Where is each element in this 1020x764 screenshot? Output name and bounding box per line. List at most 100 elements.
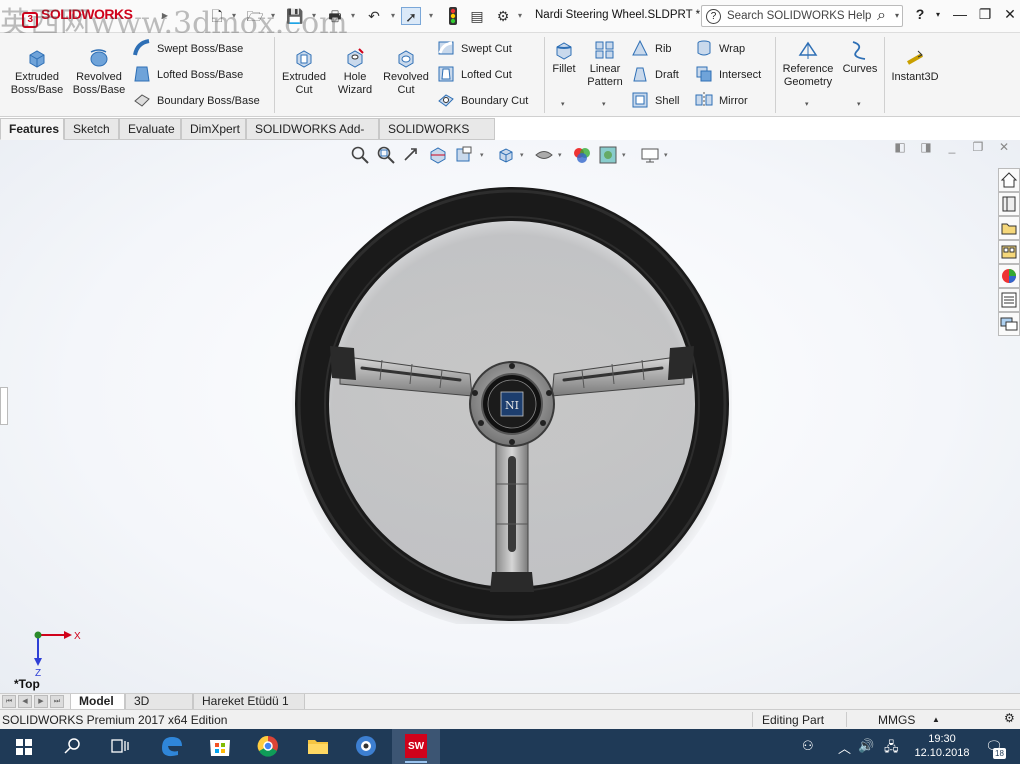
tab-dimxpert[interactable]: DimXpert — [181, 118, 246, 140]
fillet-button[interactable]: Fillet — [547, 39, 581, 76]
linear-pattern-dropdown-icon[interactable]: ▾ — [602, 100, 606, 108]
revolved-cut-button[interactable]: Revolved Cut — [380, 47, 432, 97]
viewport-minimize-icon[interactable]: _ — [944, 140, 960, 154]
edge-browser-icon[interactable] — [148, 729, 196, 764]
close-icon[interactable]: ✕ — [1000, 6, 1020, 23]
help-dropdown-icon[interactable]: ▾ — [928, 10, 948, 19]
mirror-button[interactable]: Mirror — [695, 91, 748, 111]
boundary-cut-button[interactable]: Boundary Cut — [437, 91, 528, 111]
reference-geometry-dropdown-icon[interactable]: ▾ — [805, 100, 809, 108]
hole-wizard-button[interactable]: Hole Wizard — [332, 47, 378, 97]
scene-dropdown-icon[interactable]: ▾ — [622, 151, 626, 159]
file-explorer-icon[interactable] — [998, 216, 1020, 240]
viewport-close-icon[interactable]: ✕ — [996, 140, 1012, 154]
unit-system-selector[interactable]: MMGS — [878, 713, 915, 727]
steering-wheel-model[interactable]: NI — [292, 184, 732, 624]
network-icon[interactable]: 🖧 — [884, 738, 899, 760]
system-clock[interactable]: 19:30 12.10.2018 — [912, 732, 972, 760]
view-palette-icon[interactable] — [998, 240, 1020, 264]
rib-button[interactable]: Rib — [631, 39, 672, 59]
appearances-icon[interactable] — [998, 264, 1020, 288]
curves-dropdown-icon[interactable]: ▾ — [857, 100, 861, 108]
previous-view-icon[interactable] — [402, 145, 422, 165]
save-icon[interactable]: 💾 — [285, 7, 305, 25]
next-view-icon[interactable]: ◨ — [918, 140, 934, 154]
options-gear-icon[interactable]: ⚙ — [493, 7, 513, 25]
people-icon[interactable]: ⚇ — [802, 738, 814, 754]
tab-solidworks-add-ins[interactable]: SOLIDWORKS Add-Ins — [246, 118, 379, 157]
linear-pattern-button[interactable]: Linear Pattern — [584, 39, 626, 89]
tab-evaluate[interactable]: Evaluate — [119, 118, 181, 140]
reference-geometry-button[interactable]: Reference Geometry — [779, 39, 837, 89]
custom-properties-icon[interactable] — [998, 288, 1020, 312]
solidworks-resources-icon[interactable] — [998, 168, 1020, 192]
new-document-icon[interactable]: 🗋 — [207, 7, 227, 25]
task-view-icon[interactable] — [96, 729, 144, 764]
tab-model[interactable]: Model — [70, 694, 125, 710]
show-hidden-icons-icon[interactable]: ︿ — [838, 738, 851, 757]
extruded-cut-button[interactable]: Extruded Cut — [278, 47, 330, 97]
undo-dropdown-icon[interactable]: ▾ — [388, 7, 398, 25]
swept-cut-button[interactable]: Swept Cut — [437, 39, 512, 59]
menu-expand-icon[interactable]: ▶ — [160, 7, 170, 25]
print-icon[interactable]: 🖶 — [325, 7, 345, 25]
previous-view-icon[interactable]: ◧ — [892, 140, 908, 154]
boundary-boss-button[interactable]: Boundary Boss/Base — [133, 91, 260, 111]
lofted-cut-button[interactable]: Lofted Cut — [437, 65, 512, 85]
first-tab-icon[interactable]: ⏮ — [2, 695, 16, 708]
customize-status-icon[interactable]: ⚙ — [1004, 711, 1015, 725]
unit-system-dropdown-icon[interactable]: ▲ — [932, 715, 940, 724]
select-cursor-icon[interactable]: ➚ — [401, 7, 421, 25]
dynamic-annotation-icon[interactable] — [454, 145, 474, 165]
search-help-input[interactable]: ? Search SOLIDWORKS Help ⌕ ▾ — [701, 5, 903, 27]
view-settings-dropdown-icon[interactable]: ▾ — [664, 151, 668, 159]
feature-manager-toggle-handle[interactable] — [0, 387, 8, 425]
edit-appearance-icon[interactable] — [572, 145, 592, 165]
view-orientation-icon[interactable] — [496, 145, 516, 165]
search-icon[interactable] — [48, 729, 96, 764]
forum-icon[interactable] — [998, 312, 1020, 336]
app-launcher-icon[interactable] — [342, 729, 390, 764]
design-library-icon[interactable] — [998, 192, 1020, 216]
wrap-button[interactable]: Wrap — [695, 39, 745, 59]
extruded-boss-button[interactable]: Extruded Boss/Base — [8, 47, 66, 97]
restore-icon[interactable]: ❐ — [975, 6, 995, 23]
undo-icon[interactable]: ↶ — [364, 7, 384, 25]
display-style-icon[interactable] — [534, 145, 554, 165]
fillet-dropdown-icon[interactable]: ▾ — [561, 100, 565, 108]
curves-button[interactable]: Curves — [840, 39, 880, 76]
tab-features[interactable]: Features — [0, 118, 64, 140]
lofted-boss-button[interactable]: Lofted Boss/Base — [133, 65, 243, 85]
annotation-dropdown-icon[interactable]: ▾ — [480, 151, 484, 159]
swept-boss-button[interactable]: Swept Boss/Base — [133, 39, 243, 59]
tab-motion-study[interactable]: Hareket Etüdü 1 — [193, 694, 305, 710]
open-document-icon[interactable]: 🗁 — [245, 7, 265, 25]
display-style-dropdown-icon[interactable]: ▾ — [558, 151, 562, 159]
solidworks-logo[interactable]: 3 SOLIDWORKS — [22, 6, 133, 28]
zoom-to-area-icon[interactable] — [376, 145, 396, 165]
save-dropdown-icon[interactable]: ▾ — [309, 7, 319, 25]
section-view-icon[interactable] — [428, 145, 448, 165]
tab-solidworks-mbd[interactable]: SOLIDWORKS MBD — [379, 118, 495, 157]
windows-start-icon[interactable] — [0, 729, 48, 764]
minimize-icon[interactable]: — — [950, 6, 970, 22]
draft-button[interactable]: Draft — [631, 65, 679, 85]
shell-button[interactable]: Shell — [631, 91, 679, 111]
instant3d-button[interactable]: Instant3D — [887, 47, 943, 84]
chrome-browser-icon[interactable] — [244, 729, 292, 764]
print-dropdown-icon[interactable]: ▾ — [348, 7, 358, 25]
select-dropdown-icon[interactable]: ▾ — [426, 7, 436, 25]
graphics-area[interactable]: ◧ ◨ _ ❐ ✕ ▾ ▾ ▾ ▾ ▾ NI X Z *Top — [0, 140, 1020, 693]
next-tab-icon[interactable]: ▶ — [34, 695, 48, 708]
help-button[interactable]: ? — [910, 6, 930, 22]
solidworks-taskbar-icon[interactable]: SW — [392, 729, 440, 764]
viewport-restore-icon[interactable]: ❐ — [970, 140, 986, 154]
intersect-button[interactable]: Intersect — [695, 65, 761, 85]
previous-tab-icon[interactable]: ◀ — [18, 695, 32, 708]
options-dropdown-icon[interactable]: ▾ — [515, 7, 525, 25]
orientation-dropdown-icon[interactable]: ▾ — [520, 151, 524, 159]
new-dropdown-icon[interactable]: ▾ — [229, 7, 239, 25]
microsoft-store-icon[interactable] — [196, 729, 244, 764]
search-icon[interactable]: ⌕ — [877, 7, 886, 25]
zoom-to-fit-icon[interactable] — [350, 145, 370, 165]
